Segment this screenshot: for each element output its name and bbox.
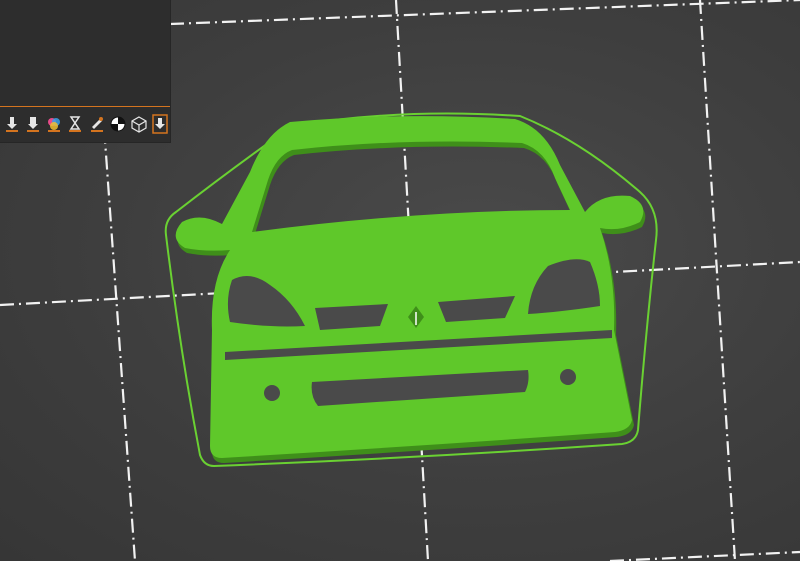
panel-divider — [0, 106, 170, 107]
grille-left — [315, 304, 388, 330]
grid-line — [169, 0, 800, 26]
balance-ball-icon[interactable] — [108, 112, 127, 136]
foglight-right — [560, 369, 576, 385]
export-upload-icon[interactable] — [151, 112, 170, 136]
color-paint-icon[interactable] — [45, 112, 64, 136]
panel-body — [0, 0, 170, 106]
side-panel — [0, 0, 171, 143]
wireframe-cube-icon[interactable] — [130, 112, 149, 136]
timelapse-hourglass-icon[interactable] — [66, 112, 85, 136]
download-icon[interactable] — [2, 112, 21, 136]
grid-line — [698, 0, 737, 561]
foglight-left — [264, 385, 280, 401]
grid-line — [609, 550, 800, 561]
seam-paint-icon[interactable] — [87, 112, 106, 136]
gizmo-toolbar — [0, 110, 170, 138]
support-paint-icon[interactable] — [23, 112, 42, 136]
